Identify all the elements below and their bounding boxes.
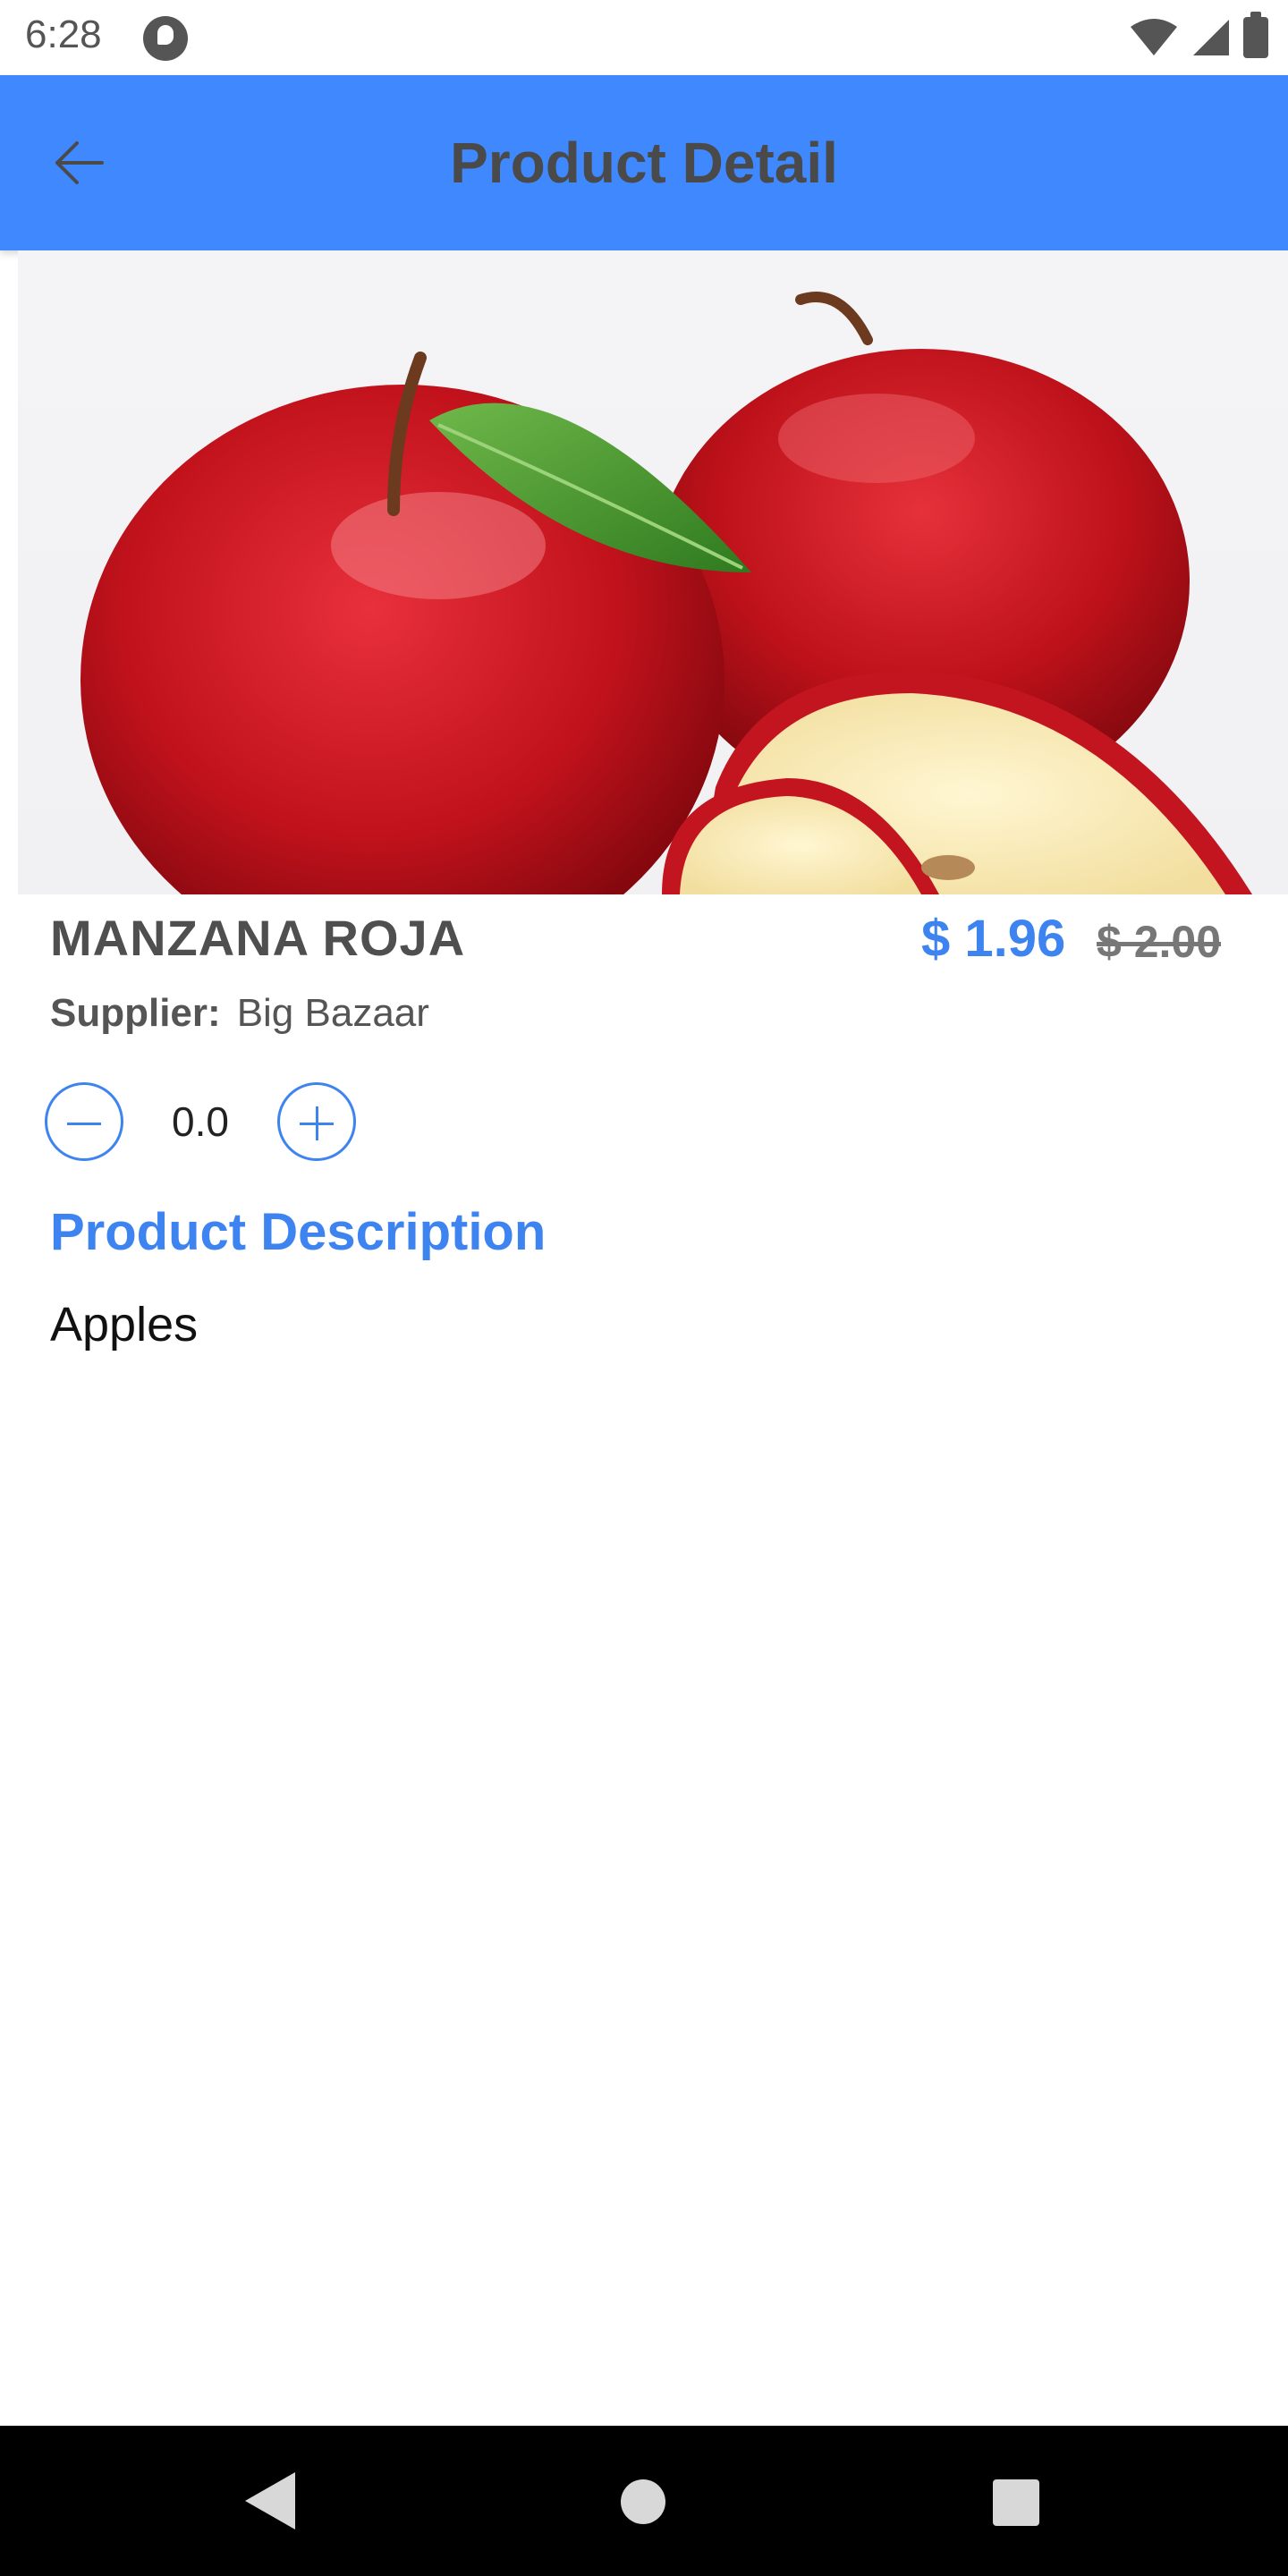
red-apples-image <box>80 292 1252 894</box>
minus-icon <box>67 1123 101 1125</box>
description-text: Apples <box>50 1298 199 1352</box>
supplier-row: Supplier: Big Bazaar <box>50 991 429 1036</box>
product-image <box>18 250 1288 894</box>
increase-quantity-button[interactable] <box>277 1082 356 1161</box>
battery-icon <box>1243 12 1268 58</box>
quantity-value: 0.0 <box>172 1098 229 1145</box>
page-title: Product Detail <box>450 131 838 195</box>
quantity-stepper: 0.0 <box>45 1082 356 1161</box>
status-bar: 6:28 <box>0 0 1288 75</box>
product-original-price: $ 2.00 <box>1097 917 1222 967</box>
product-price: $ 1.96 <box>921 910 1066 968</box>
description-heading: Product Description <box>50 1203 547 1261</box>
supplier-name: Big Bazaar <box>236 991 429 1035</box>
app-bar: Product Detail <box>0 75 1288 250</box>
status-icons <box>1129 12 1268 61</box>
wifi-icon <box>1131 19 1177 55</box>
system-nav-bar <box>0 2426 1288 2576</box>
back-triangle-icon[interactable] <box>242 2469 299 2533</box>
status-time: 6:28 <box>25 13 102 56</box>
arrow-left-icon <box>55 141 104 184</box>
product-name: MANZANA ROJA <box>50 910 466 966</box>
app-notification-icon <box>143 16 188 61</box>
plus-icon-vertical <box>316 1106 318 1140</box>
back-button[interactable] <box>36 120 122 206</box>
supplier-label: Supplier: <box>50 991 221 1035</box>
recents-square-icon[interactable] <box>993 2479 1039 2526</box>
home-circle-icon[interactable] <box>621 2479 665 2524</box>
decrease-quantity-button[interactable] <box>45 1082 123 1161</box>
signal-icon <box>1193 20 1229 55</box>
